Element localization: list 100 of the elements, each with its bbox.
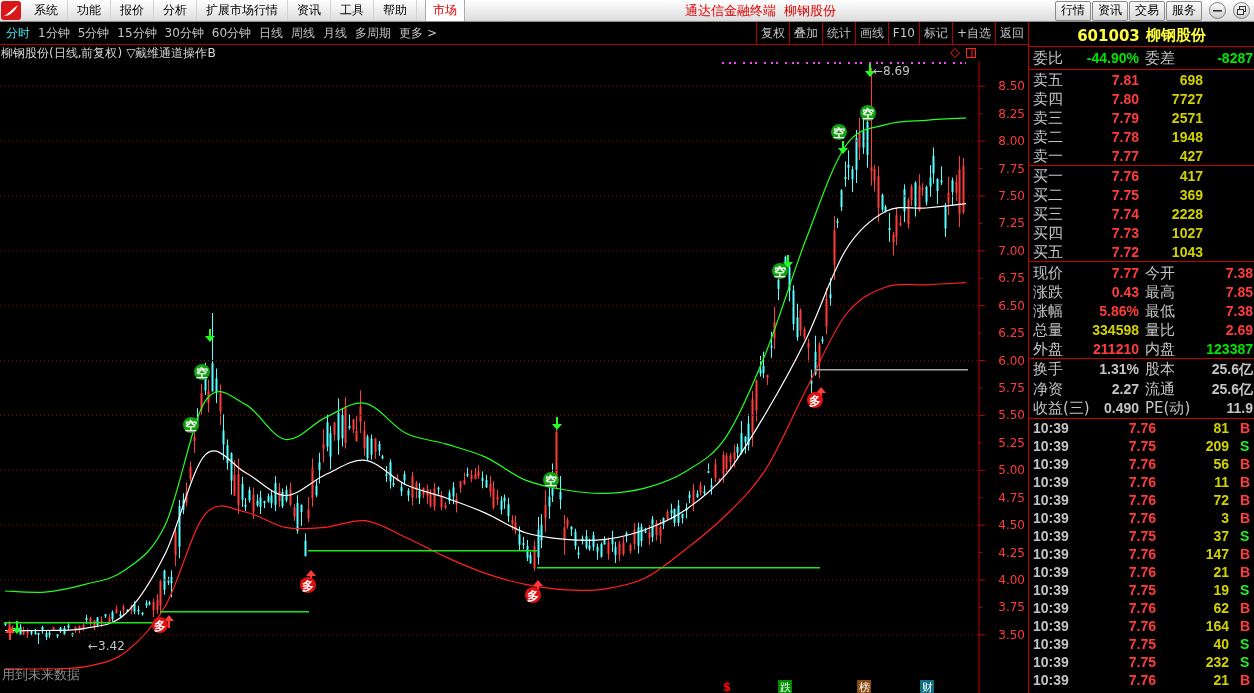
menu-item[interactable]: 分析 [154, 0, 197, 21]
restore-button[interactable] [1233, 2, 1250, 19]
toolbar-button[interactable]: +自选 [951, 22, 995, 44]
trade-price: 7.75 [1128, 636, 1156, 653]
price-axis-label: 7.50 [998, 188, 1025, 203]
toolbar-button[interactable]: 复权 [755, 22, 789, 44]
trade-volume: 21 [1213, 564, 1229, 581]
menu-item[interactable]: 系统 [25, 0, 68, 21]
menu-item[interactable]: 资讯 [288, 0, 331, 21]
quote-label: PE(动) [1145, 399, 1191, 418]
trade-volume: 3 [1221, 510, 1229, 527]
minimize-button[interactable] [1209, 2, 1226, 19]
period-tab[interactable]: 60分钟 [207, 22, 256, 44]
order-volume: 417 [1179, 167, 1203, 184]
quote-label: 总量 [1033, 320, 1063, 339]
quote-label: 量比 [1145, 320, 1175, 339]
order-level-label: 卖二 [1033, 127, 1063, 146]
future-data-note: 用到未来数据 [2, 667, 80, 682]
trade-time: 10:39 [1033, 672, 1069, 689]
period-tab[interactable]: 更多 > [395, 22, 441, 44]
order-price: 7.72 [1111, 243, 1139, 260]
price-axis-label: 3.50 [998, 627, 1025, 642]
trade-volume: 21 [1213, 672, 1229, 689]
period-tab[interactable]: 周线 [287, 22, 320, 44]
quote-label: 外盘 [1033, 339, 1063, 358]
toolbar-button[interactable]: 返回 [995, 22, 1028, 44]
app-title: 通达信金融终端 [684, 1, 776, 20]
period-tab[interactable]: 15分钟 [113, 22, 161, 44]
dollar-marker: $ [722, 680, 732, 693]
price-axis-label: 5.50 [998, 408, 1025, 423]
quote-label: 涨跌 [1033, 282, 1063, 301]
split-square-icon[interactable] [966, 48, 976, 58]
title-bar-button[interactable]: 服务 [1166, 0, 1202, 21]
quote-value: 123387 [1206, 340, 1253, 357]
menu-item[interactable]: 帮助 [374, 0, 417, 21]
trade-volume: 232 [1205, 654, 1229, 671]
trade-price: 7.76 [1128, 564, 1156, 581]
trade-side: S [1240, 438, 1250, 455]
order-price: 7.77 [1111, 147, 1139, 164]
quote-value: 211210 [1093, 340, 1139, 357]
trade-price: 7.75 [1128, 654, 1156, 671]
trade-price: 7.76 [1128, 618, 1156, 635]
quote-value: 25.6亿 [1211, 380, 1253, 397]
market-tab[interactable]: 市场 [425, 0, 465, 21]
trade-price: 7.76 [1128, 510, 1156, 527]
quote-label: 股本 [1145, 359, 1175, 378]
order-price: 7.75 [1111, 186, 1139, 203]
trade-time: 10:39 [1033, 474, 1069, 491]
period-tab[interactable]: 月线 [319, 22, 352, 44]
title-bar-button[interactable]: 交易 [1129, 0, 1165, 21]
indicator-selector[interactable]: ▽戴维通道操作B [126, 44, 216, 62]
short-signal-marker: 空 [860, 105, 876, 121]
title-bar-button[interactable]: 行情 [1055, 0, 1091, 21]
title-bar-button[interactable]: 资讯 [1092, 0, 1128, 21]
long-signal-marker: 多 [300, 577, 316, 593]
period-tab[interactable]: 5分钟 [73, 22, 114, 44]
period-tab[interactable]: 分时 [2, 22, 34, 44]
order-price: 7.81 [1111, 71, 1139, 88]
trade-price: 7.76 [1128, 456, 1156, 473]
period-tab[interactable]: 1分钟 [34, 22, 74, 44]
trade-price: 7.76 [1128, 672, 1156, 689]
short-signal-marker: 空 [194, 364, 210, 380]
toolbar-button[interactable]: 画线 [854, 22, 888, 44]
trade-time: 10:39 [1033, 600, 1069, 617]
short-signal-marker: 空 [831, 124, 847, 140]
quote-value: 7.38 [1225, 264, 1253, 281]
price-axis-label: 5.00 [998, 463, 1025, 478]
period-tab[interactable]: 多周期 [351, 22, 396, 44]
price-axis-label: 4.50 [998, 518, 1025, 533]
trade-side: B [1240, 618, 1251, 635]
toolbar-button[interactable]: 统计 [821, 22, 855, 44]
menu-item[interactable]: 工具 [331, 0, 374, 21]
price-axis-label: 4.00 [998, 573, 1025, 587]
trade-side: S [1240, 528, 1250, 545]
trade-side: B [1240, 672, 1251, 689]
quote-value: 7.38 [1225, 302, 1253, 319]
toolbar-button[interactable]: 叠加 [788, 22, 822, 44]
toolbar-button[interactable]: 标记 [918, 22, 952, 44]
quote-label: 换手 [1033, 359, 1063, 378]
menu-item[interactable]: 报价 [111, 0, 154, 21]
quote-label: 收益(三) [1033, 399, 1090, 418]
trade-volume: 40 [1213, 636, 1229, 653]
period-tab[interactable]: 30分钟 [160, 22, 208, 44]
trade-volume: 147 [1205, 546, 1229, 563]
trade-time: 10:39 [1033, 582, 1069, 599]
quote-label: 委比 [1033, 48, 1063, 67]
price-axis-label: 5.25 [998, 435, 1025, 450]
stock-title: 柳钢股份 [783, 1, 836, 20]
order-price: 7.76 [1111, 167, 1139, 184]
quote-label: 最高 [1145, 282, 1175, 301]
menu-item[interactable]: 扩展市场行情 [197, 0, 288, 21]
period-tab[interactable]: 日线 [255, 22, 288, 44]
up-arrow-icon [5, 627, 15, 640]
menu-item[interactable]: 功能 [68, 0, 111, 21]
low-price-label: ←3.42 [88, 639, 125, 653]
price-axis-label: 6.25 [998, 326, 1025, 341]
trade-side: B [1240, 546, 1251, 563]
order-level-label: 卖五 [1033, 70, 1063, 89]
toolbar-button[interactable]: F10 [887, 22, 919, 44]
trade-price: 7.75 [1128, 438, 1156, 455]
